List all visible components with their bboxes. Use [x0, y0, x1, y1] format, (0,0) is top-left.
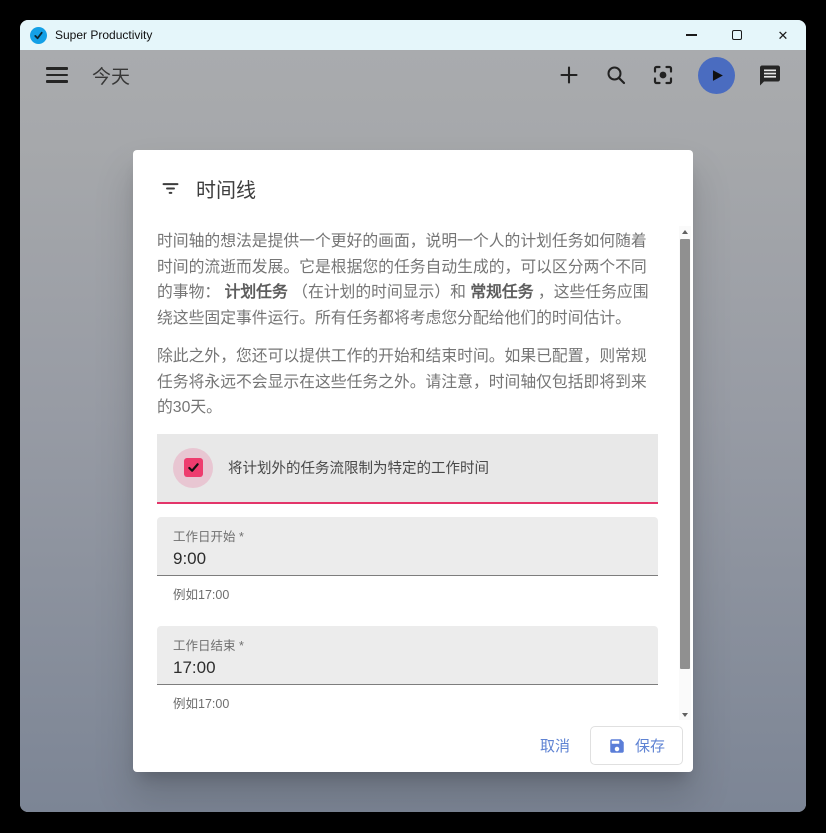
workday-start-label: 工作日开始 *	[173, 526, 642, 545]
work-hours-checkbox[interactable]	[173, 448, 213, 488]
timeline-settings-dialog: 时间线 时间轴的想法是提供一个更好的画面，说明一个人的计划任务如何随着时间的流逝…	[133, 150, 693, 772]
workday-start-value: 9:00	[173, 549, 642, 569]
scrollbar-up-arrow[interactable]	[679, 226, 691, 237]
titlebar: Super Productivity ✕	[20, 20, 806, 50]
workday-end-label: 工作日结束 *	[173, 635, 642, 654]
feedback-comment-icon	[758, 63, 782, 88]
checkbox-checked-icon	[184, 458, 203, 477]
play-icon	[708, 67, 725, 84]
focus-mode-button[interactable]	[651, 63, 675, 87]
workday-start-hint: 例如17:00	[173, 584, 658, 603]
planned-tasks-term: 计划任务	[225, 284, 288, 301]
maximize-icon	[732, 30, 742, 40]
maximize-button[interactable]	[714, 20, 760, 50]
close-button[interactable]: ✕	[760, 20, 806, 50]
search-icon	[604, 63, 628, 87]
play-button[interactable]	[698, 57, 735, 94]
app-content-dimmed: 今天	[20, 50, 806, 812]
minimize-icon	[686, 34, 697, 35]
cancel-button[interactable]: 取消	[526, 727, 584, 764]
dialog-scrollbar[interactable]	[679, 226, 691, 720]
search-button[interactable]	[604, 63, 628, 87]
intro-paragraph-1: 时间轴的想法是提供一个更好的画面，说明一个人的计划任务如何随着时间的流逝而发展。…	[157, 229, 658, 331]
workday-end-value: 17:00	[173, 658, 642, 678]
window-controls: ✕	[668, 20, 806, 50]
page-title: 今天	[92, 62, 130, 89]
feedback-button[interactable]	[758, 63, 782, 87]
screen: Super Productivity ✕ 今天	[0, 0, 826, 833]
regular-tasks-term: 常规任务	[470, 284, 533, 301]
filter-list-icon	[160, 178, 181, 199]
dialog-body: 时间轴的想法是提供一个更好的画面，说明一个人的计划任务如何随着时间的流逝而发展。…	[133, 203, 693, 712]
workday-end-hint: 例如17:00	[173, 693, 658, 712]
save-button-label: 保存	[635, 735, 665, 756]
menu-icon[interactable]	[44, 63, 70, 87]
focus-mode-icon	[651, 63, 675, 87]
workday-start-field[interactable]: 工作日开始 * 9:00	[157, 517, 658, 576]
work-hours-toggle-section: 将计划外的任务流限制为特定的工作时间	[157, 434, 658, 504]
minimize-button[interactable]	[668, 20, 714, 50]
add-task-button[interactable]	[557, 63, 581, 87]
scrollbar-thumb[interactable]	[680, 239, 690, 669]
toolbar-actions	[557, 57, 782, 94]
dialog-actions: 取消 保存	[526, 726, 683, 765]
close-icon: ✕	[778, 29, 789, 42]
save-button[interactable]: 保存	[590, 726, 683, 765]
app-logo-icon	[30, 27, 47, 44]
work-hours-checkbox-label: 将计划外的任务流限制为特定的工作时间	[228, 457, 489, 478]
app-window: Super Productivity ✕ 今天	[20, 20, 806, 812]
intro-paragraph-2: 除此之外，您还可以提供工作的开始和结束时间。如果已配置，则常规任务将永远不会显示…	[157, 344, 658, 421]
dialog-title: 时间线	[196, 174, 256, 203]
scrollbar-down-arrow[interactable]	[679, 709, 691, 720]
save-floppy-icon	[608, 737, 626, 755]
add-icon	[557, 63, 581, 87]
main-toolbar: 今天	[20, 50, 806, 100]
dialog-header: 时间线	[133, 150, 693, 203]
window-title: Super Productivity	[55, 28, 152, 42]
workday-end-field[interactable]: 工作日结束 * 17:00	[157, 626, 658, 685]
